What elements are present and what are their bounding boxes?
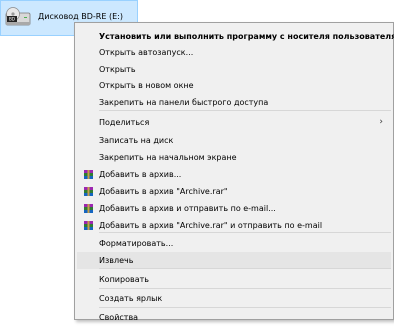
bd-drive-icon: BD	[5, 7, 31, 26]
menu-separator	[99, 268, 391, 269]
menu-item-add-archive-email[interactable]: Добавить в архив и отправить по e-mail..…	[77, 200, 391, 217]
menu-item-label: Добавить в архив "Archive.rar" и отправи…	[99, 221, 323, 230]
menu-item-label: Открыть в новом окне	[99, 81, 194, 90]
menu-item-open[interactable]: Открыть	[77, 61, 391, 78]
menu-item-create-shortcut[interactable]: Создать ярлык	[77, 290, 391, 307]
menu-item-label: Копировать	[99, 275, 149, 284]
menu-item-properties[interactable]: Свойства	[77, 309, 391, 326]
menu-item-burn-disc[interactable]: Записать на диск	[77, 132, 391, 149]
menu-item-label: Извлечь	[99, 256, 134, 265]
menu-item-label: Закрепить на начальном экране	[99, 153, 237, 162]
menu-item-copy[interactable]: Копировать	[77, 271, 391, 288]
svg-text:BD: BD	[9, 17, 15, 22]
menu-item-label: Добавить в архив "Archive.rar"	[99, 187, 228, 196]
menu-item-share[interactable]: Поделиться ›	[77, 114, 391, 131]
menu-item-label: Записать на диск	[99, 136, 174, 145]
menu-item-label: Добавить в архив и отправить по e-mail..…	[99, 204, 276, 213]
menu-item-open-new-window[interactable]: Открыть в новом окне	[77, 77, 391, 94]
winrar-icon	[84, 221, 93, 230]
winrar-icon	[84, 170, 93, 179]
menu-item-open-autoplay[interactable]: Открыть автозапуск...	[77, 44, 391, 61]
drive-label: Дисковод BD-RE (E:)	[38, 12, 123, 21]
menu-item-format[interactable]: Форматировать...	[77, 235, 391, 252]
menu-item-label: Свойства	[99, 313, 139, 322]
menu-item-add-archive[interactable]: Добавить в архив...	[77, 166, 391, 183]
menu-item-pin-start[interactable]: Закрепить на начальном экране	[77, 149, 391, 166]
menu-item-label: Форматировать...	[99, 239, 174, 248]
menu-item-label: Поделиться	[99, 118, 150, 127]
winrar-icon	[84, 187, 93, 196]
menu-item-label: Открыть	[99, 65, 136, 74]
menu-separator	[99, 110, 391, 111]
chevron-right-icon: ›	[379, 117, 383, 127]
menu-item-add-archive-rar[interactable]: Добавить в архив "Archive.rar"	[77, 183, 391, 200]
menu-item-label: Открыть автозапуск...	[99, 48, 194, 57]
menu-item-pin-quick-access[interactable]: Закрепить на панели быстрого доступа	[77, 94, 391, 111]
menu-separator	[99, 288, 391, 289]
menu-item-eject[interactable]: Извлечь	[77, 252, 391, 269]
context-menu: Установить или выполнить программу с нос…	[74, 22, 394, 322]
menu-separator	[99, 232, 391, 233]
winrar-icon	[84, 204, 93, 213]
menu-item-label: Добавить в архив...	[99, 170, 182, 179]
menu-item-label: Создать ярлык	[99, 294, 163, 303]
menu-item-label: Установить или выполнить программу с нос…	[99, 32, 394, 41]
menu-separator	[99, 307, 391, 308]
menu-item-install-run[interactable]: Установить или выполнить программу с нос…	[77, 28, 394, 45]
menu-item-label: Закрепить на панели быстрого доступа	[99, 98, 269, 107]
